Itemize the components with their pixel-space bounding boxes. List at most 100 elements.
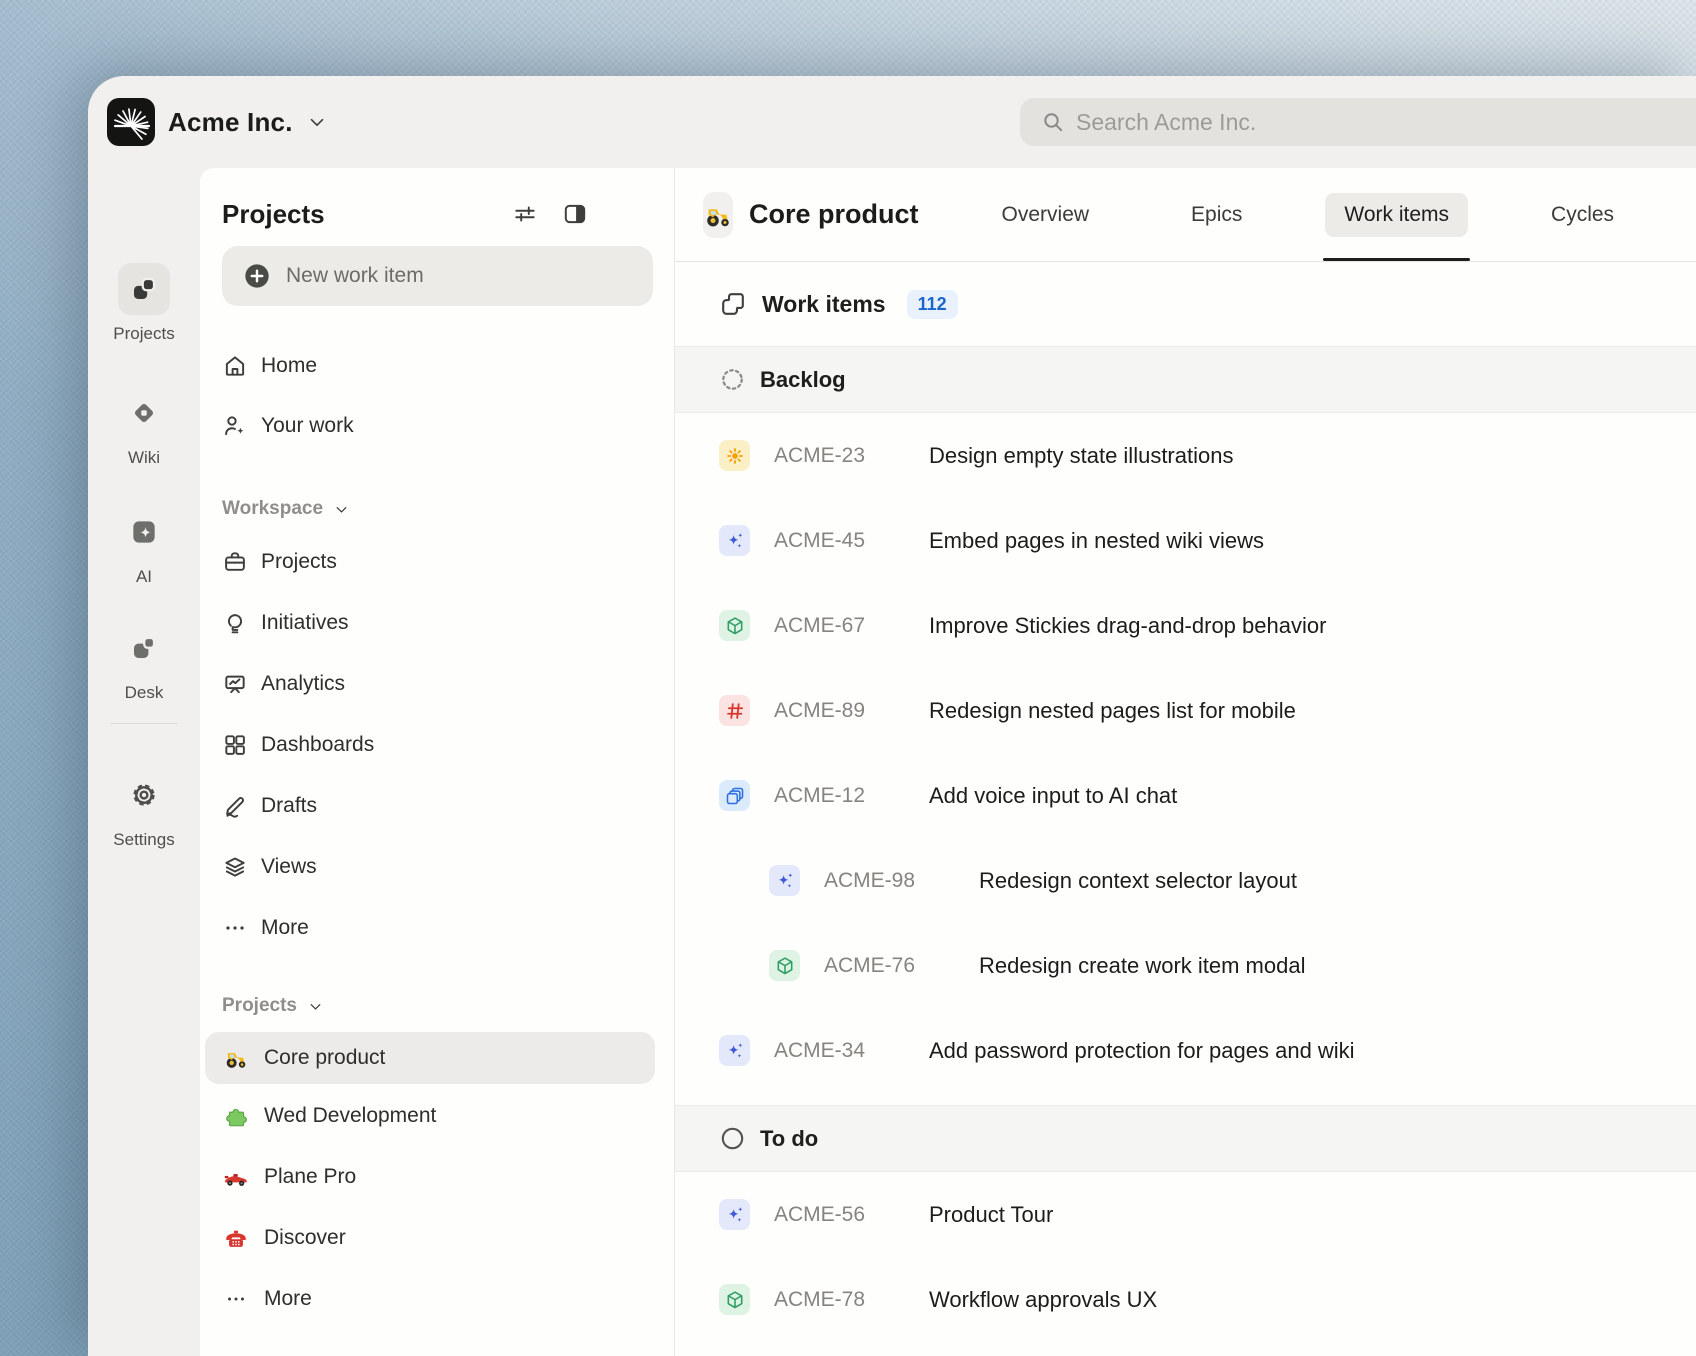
sidebar-section-projects[interactable]: Projects	[200, 992, 674, 1020]
dots-icon	[222, 915, 248, 941]
sidebar-project-label: Wed Development	[264, 1104, 436, 1128]
sidebar-item-analytics[interactable]: Analytics	[200, 662, 674, 706]
work-item-title: Redesign nested pages list for mobile	[929, 698, 1296, 724]
sidebar-project-label: Plane Pro	[264, 1165, 356, 1189]
rail-divider	[110, 723, 178, 724]
work-item-row[interactable]: ACME-12Add voice input to AI chat	[675, 753, 1696, 838]
app-rail: Projects Wiki AI Desk Settings	[88, 168, 200, 1356]
sidebar-item-your-work[interactable]: Your work	[200, 404, 674, 448]
sidebar-item-projects[interactable]: Projects	[200, 540, 674, 584]
project-tabs: OverviewEpicsWork itemsCyclesModules	[983, 168, 1696, 261]
home-icon	[222, 353, 248, 379]
sidebar-project-wed-development[interactable]: Wed Development	[200, 1094, 674, 1138]
tab-label: Work items	[1325, 193, 1468, 237]
sidebar-item-label: Views	[261, 855, 317, 879]
work-item-title: Workflow approvals UX	[929, 1287, 1157, 1313]
sidebar-project-label: Core product	[264, 1046, 385, 1070]
rail-item-wiki[interactable]: Wiki	[88, 387, 200, 468]
tractor-emoji	[222, 1045, 250, 1071]
work-item-title: Improve Stickies drag-and-drop behavior	[929, 613, 1326, 639]
work-item-id: ACME-67	[774, 614, 929, 638]
sparkles-type-icon	[769, 865, 800, 896]
sidebar-section-workspace[interactable]: Workspace	[200, 495, 674, 523]
work-item-row[interactable]: ACME-67Improve Stickies drag-and-drop be…	[675, 583, 1696, 668]
work-item-row[interactable]: ACME-78Workflow approvals UX	[675, 1257, 1696, 1342]
work-item-title: Add password protection for pages and wi…	[929, 1038, 1355, 1064]
sparkles-type-icon	[719, 1035, 750, 1066]
sidebar-item-label: Projects	[261, 550, 337, 574]
sidebar-item-more[interactable]: More	[200, 906, 674, 950]
group-header-to-do[interactable]: To do	[675, 1105, 1696, 1172]
sidebar-project-plane-pro[interactable]: Plane Pro	[200, 1155, 674, 1199]
sidebar-item-label: Your work	[261, 414, 354, 438]
tab-label: Cycles	[1532, 193, 1633, 237]
projects-rail-icon	[129, 274, 159, 304]
top-bar: Acme Inc. Search Acme Inc.	[88, 76, 1696, 168]
cube-type-icon	[719, 1284, 750, 1315]
sidebar-project-label: Discover	[264, 1226, 346, 1250]
phone-emoji	[222, 1225, 250, 1251]
work-item-id: ACME-76	[824, 954, 979, 978]
rail-item-label: Projects	[113, 324, 174, 344]
work-item-id: ACME-23	[774, 444, 929, 468]
search-input[interactable]: Search Acme Inc.	[1020, 98, 1696, 146]
section-label: Workspace	[222, 498, 323, 520]
work-item-row[interactable]: ACME-45Embed pages in nested wiki views	[675, 498, 1696, 583]
sidebar-item-label: Initiatives	[261, 611, 349, 635]
section-gap	[675, 1093, 1696, 1105]
work-item-row[interactable]: ACME-89Redesign nested pages list for mo…	[675, 668, 1696, 753]
sidebar-item-label: Dashboards	[261, 733, 374, 757]
work-items-count-badge: 112	[907, 290, 958, 319]
tab-overview[interactable]: Overview	[983, 168, 1109, 261]
plus-circle-icon	[243, 262, 271, 290]
project-title: Core product	[749, 199, 919, 230]
rail-item-desk[interactable]: Desk	[88, 622, 200, 703]
sidebar-header: Projects	[200, 190, 674, 238]
panel-toggle-icon[interactable]	[562, 201, 588, 227]
gear-icon	[129, 780, 159, 810]
sidebar-project-core-product[interactable]: Core product	[205, 1032, 655, 1084]
rail-item-projects[interactable]: Projects	[88, 263, 200, 344]
sparkles-type-icon	[719, 1199, 750, 1230]
wiki-diamond-icon	[129, 398, 159, 428]
workspace-name: Acme Inc.	[168, 107, 293, 138]
sidebar-item-drafts[interactable]: Drafts	[200, 784, 674, 828]
work-item-title: Redesign context selector layout	[979, 868, 1297, 894]
sidebar-item-dashboards[interactable]: Dashboards	[200, 723, 674, 767]
new-work-item-button[interactable]: New work item	[222, 246, 653, 306]
work-item-title: Design empty state illustrations	[929, 443, 1233, 469]
ai-tile-icon	[129, 517, 159, 547]
work-item-row[interactable]: ACME-34Add password protection for pages…	[675, 1008, 1696, 1093]
tab-label: Overview	[983, 193, 1109, 237]
work-item-row[interactable]: ACME-98Redesign context selector layout	[675, 838, 1696, 923]
burst-icon	[109, 100, 153, 144]
work-item-title: Embed pages in nested wiki views	[929, 528, 1264, 554]
tab-epics[interactable]: Epics	[1172, 168, 1261, 261]
workspace-switcher[interactable]: Acme Inc.	[107, 98, 328, 146]
rail-item-settings[interactable]: Settings	[88, 769, 200, 850]
chevron-down-icon	[306, 111, 328, 133]
presentation-icon	[222, 671, 248, 697]
project-header: Core product Overview Epics Work items Cycl…	[675, 168, 1696, 262]
puzzle-emoji	[222, 1103, 250, 1129]
work-item-row[interactable]: ACME-56Product Tour	[675, 1172, 1696, 1257]
cube-type-icon	[719, 610, 750, 641]
tab-cycles[interactable]: Cycles	[1532, 168, 1633, 261]
work-item-id: ACME-12	[774, 784, 929, 808]
sidebar-project-discover[interactable]: Discover	[200, 1216, 674, 1260]
work-item-title: Add voice input to AI chat	[929, 783, 1177, 809]
content-panel: Projects New work item Home Your work Work…	[200, 168, 1696, 1356]
work-item-row[interactable]: ACME-76Redesign create work item modal	[675, 923, 1696, 1008]
group-header-backlog[interactable]: Backlog	[675, 346, 1696, 413]
sidebar-item-home[interactable]: Home	[200, 344, 674, 388]
work-item-row[interactable]: ACME-23Design empty state illustrations	[675, 413, 1696, 498]
sidebar-project-more[interactable]: More	[200, 1277, 674, 1321]
group-label: To do	[760, 1126, 818, 1152]
tab-work-items[interactable]: Work items	[1325, 168, 1468, 261]
sidebar-item-views[interactable]: Views	[200, 845, 674, 889]
briefcase-icon	[222, 549, 248, 575]
sliders-icon[interactable]	[512, 201, 538, 227]
sidebar-item-initiatives[interactable]: Initiatives	[200, 601, 674, 645]
dashed-circle-icon	[719, 366, 746, 393]
rail-item-ai[interactable]: AI	[88, 506, 200, 587]
